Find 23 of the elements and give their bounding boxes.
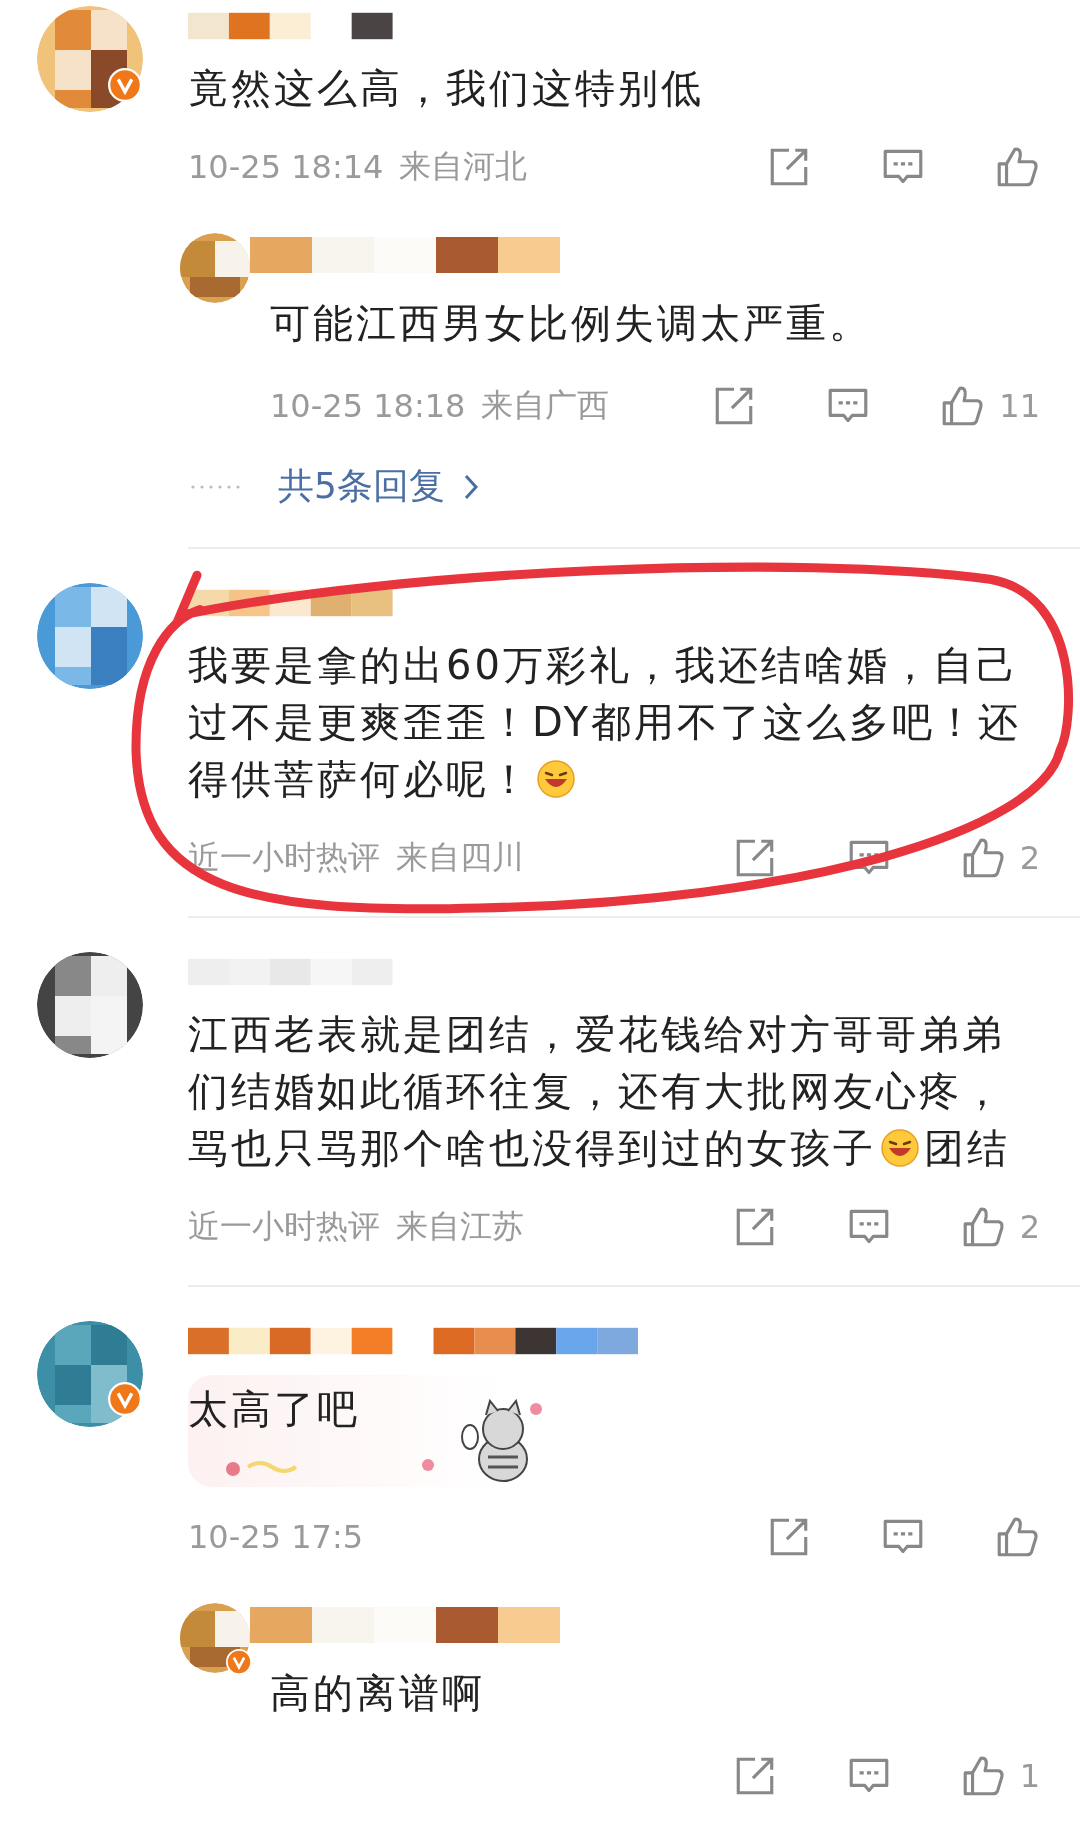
laughing-emoji-icon — [880, 1128, 920, 1168]
comment-location: 来自四川 — [396, 837, 524, 878]
like-count: 2 — [1019, 839, 1040, 877]
comment-location: 来自江苏 — [396, 1206, 524, 1247]
reply-text: 可能江西男女比例失调太严重。 — [270, 300, 872, 346]
comment-text: 竟然这么高，我们这特别低 — [188, 64, 705, 113]
more-replies-link[interactable]: 共5条回复 — [278, 462, 445, 511]
comment-time: 10-25 17:5 — [188, 1518, 363, 1556]
chevron-right-icon[interactable] — [462, 472, 479, 501]
reply-text: 高的离谱啊 — [270, 1670, 485, 1716]
comment-time: 10-25 18:14 — [188, 148, 384, 186]
laughing-emoji-icon — [536, 759, 576, 799]
reply-location: 来自广西 — [481, 385, 610, 426]
comment-location: 来自河北 — [399, 146, 528, 187]
like-count: 1 — [1019, 1757, 1040, 1795]
comment-text: 太高了吧 — [188, 1385, 360, 1434]
verified-badge-icon — [226, 1649, 252, 1675]
like-count: 11 — [999, 387, 1040, 425]
comment-time: 近一小时热评 — [188, 1206, 380, 1247]
reply-time: 10-25 18:18 — [270, 387, 466, 425]
comment-text: 江西老表就是团结，爱花钱给对方哥哥弟弟们结婚如此循环往复，还有大批网友心疼，骂也只骂那个啥也没得到过的女孩子 团结 — [188, 1010, 1011, 1173]
like-count: 2 — [1019, 1208, 1040, 1246]
comment-text: 我要是拿的出60万彩礼，我还结啥婚，自己过不是更爽歪歪！DY都用不了这么多吧！还得供菩萨何必呢！ — [188, 641, 1023, 804]
